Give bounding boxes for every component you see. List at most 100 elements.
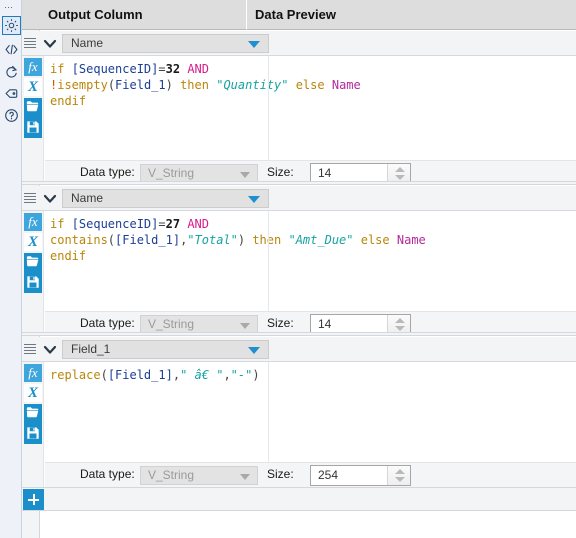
add-row-strip [22, 487, 576, 511]
refresh-icon[interactable] [2, 63, 21, 82]
size-label: Size: [267, 165, 294, 179]
size-input[interactable]: 254 [310, 465, 411, 486]
chevron-down-icon[interactable] [40, 189, 60, 208]
chevron-down-icon [240, 474, 250, 480]
save-button[interactable] [24, 118, 42, 138]
plus-icon [33, 494, 35, 505]
drag-handle-icon[interactable] [24, 36, 36, 50]
card-tool-column: fx X [22, 56, 44, 185]
header-data-preview: Data Preview [247, 0, 576, 30]
xvariable-button[interactable]: X [24, 233, 42, 251]
formula-tool-panel: ⋯ Output Column Data Preview Name fx X i… [0, 0, 576, 538]
formula-token: [SequenceID] [71, 217, 159, 231]
chevron-down-icon [248, 196, 260, 203]
output-column-select[interactable]: Name [62, 34, 269, 53]
add-formula-button[interactable] [23, 489, 44, 510]
formula-token: "Total" [187, 233, 238, 247]
drag-handle-icon[interactable] [24, 191, 36, 205]
save-button[interactable] [24, 273, 42, 293]
formula-token [288, 78, 295, 92]
formula-token [354, 233, 361, 247]
save-button[interactable] [24, 424, 42, 444]
stepper-down-icon[interactable] [395, 477, 405, 482]
fx-button[interactable]: fx [24, 213, 42, 231]
formula-token [390, 233, 397, 247]
data-type-label: Data type: [80, 316, 135, 330]
card-header-row: Name [22, 31, 576, 56]
card-header-row: Name [22, 186, 576, 211]
fx-button[interactable]: fx [24, 58, 42, 76]
formula-editor[interactable]: replace([Field_1]," â€ ","-") [45, 362, 576, 462]
formula-token: ( [107, 233, 116, 247]
chevron-down-icon[interactable] [40, 34, 60, 53]
formula-token: replace [50, 368, 101, 382]
formula-token: ) [237, 233, 253, 247]
formula-token: , [223, 368, 231, 382]
formula-token: then [180, 78, 209, 92]
formula-token: " â€ " [180, 368, 224, 382]
column-divider [268, 56, 269, 160]
size-value: 254 [318, 468, 339, 482]
data-type-row: Data type: V_String Size: 254 [45, 462, 576, 487]
stepper-down-icon[interactable] [395, 326, 405, 331]
chevron-down-icon [248, 41, 260, 48]
formula-token: isempty [57, 78, 108, 92]
stepper-up-icon[interactable] [395, 469, 405, 474]
formula-token: AND [187, 217, 209, 231]
stepper-up-icon[interactable] [395, 167, 405, 172]
size-label: Size: [267, 467, 294, 481]
formula-token: else [295, 78, 325, 92]
column-divider [268, 362, 269, 462]
tool-rail: ⋯ [0, 0, 22, 538]
data-type-select[interactable]: V_String [140, 466, 258, 485]
output-column-select[interactable]: Name [62, 189, 269, 208]
output-column-value: Name [71, 191, 104, 205]
tag-icon[interactable] [2, 85, 21, 104]
formula-editor[interactable]: if [SequenceID]=27 AND contains([Field_1… [45, 211, 576, 311]
formula-editor[interactable]: if [SequenceID]=32 AND !isempty(Field_1)… [45, 56, 576, 160]
chevron-down-icon[interactable] [40, 340, 60, 359]
formula-token: 27 [165, 217, 181, 231]
help-icon[interactable] [2, 107, 21, 126]
output-column-select[interactable]: Field_1 [62, 340, 269, 359]
column-divider [268, 211, 269, 311]
data-type-value: V_String [148, 317, 195, 331]
formula-token: = [158, 217, 166, 231]
header-output-column: Output Column [40, 0, 247, 30]
formula-token: ) [165, 78, 181, 92]
drag-handle-icon[interactable] [24, 342, 36, 356]
code-icon[interactable] [2, 41, 21, 60]
chevron-down-icon [248, 347, 260, 354]
gear-icon[interactable] [2, 16, 21, 35]
card-header-row: Field_1 [22, 337, 576, 362]
formula-token: if [50, 217, 72, 231]
formula-token: AND [187, 62, 209, 76]
output-column-value: Field_1 [71, 342, 111, 356]
size-stepper[interactable] [387, 466, 410, 485]
formula-token: Name [396, 233, 426, 247]
formula-token: else [360, 233, 390, 247]
rail-overflow-dots[interactable]: ⋯ [4, 3, 18, 12]
formula-token: = [158, 62, 166, 76]
open-folder-button[interactable] [24, 404, 42, 424]
formula-token: ( [107, 78, 116, 92]
stepper-up-icon[interactable] [395, 318, 405, 323]
formula-token: endif [50, 94, 87, 108]
size-label: Size: [267, 316, 294, 330]
formula-token: then [252, 233, 282, 247]
formula-token: 32 [165, 62, 181, 76]
stepper-down-icon[interactable] [395, 175, 405, 180]
formula-token [325, 78, 332, 92]
fx-button[interactable]: fx [24, 364, 42, 382]
card-tool-column: fx X [22, 362, 44, 487]
formula-token: Field_1 [115, 78, 166, 92]
chevron-down-icon [240, 172, 250, 178]
open-folder-button[interactable] [24, 253, 42, 273]
chevron-down-icon [240, 323, 250, 329]
xvariable-button[interactable]: X [24, 78, 42, 96]
data-type-value: V_String [148, 468, 195, 482]
open-folder-button[interactable] [24, 98, 42, 118]
xvariable-button[interactable]: X [24, 384, 42, 402]
formula-token: "Quantity" [216, 78, 289, 92]
formula-token: if [50, 62, 72, 76]
